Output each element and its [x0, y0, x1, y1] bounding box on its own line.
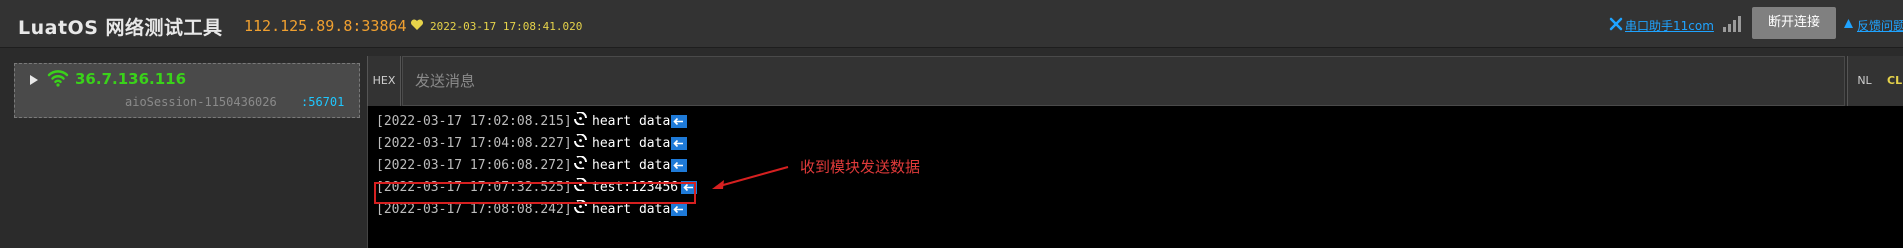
client-sidebar: 36.7.136.116 aioSession-1150436026 :5670…	[0, 49, 367, 248]
receive-icon	[574, 156, 587, 169]
hex-toggle[interactable]: HEX	[367, 56, 401, 106]
serial-tool-link[interactable]: 串口助手11com	[1625, 17, 1714, 34]
server-time: 2022-03-17 17:08:41.020	[430, 20, 583, 33]
client-port: :56701	[301, 95, 345, 109]
client-item[interactable]: 36.7.136.116 aioSession-1150436026 :5670…	[14, 63, 360, 118]
send-bar: HEX NL CLR	[367, 56, 1903, 106]
highlight-box	[374, 182, 696, 204]
log-timestamp: [2022-03-17 17:04:08.227]	[376, 136, 572, 151]
message-log: [2022-03-17 17:02:08.215] heart data [20…	[367, 106, 1903, 248]
log-message: heart data	[592, 202, 671, 217]
log-message: heart data	[592, 114, 671, 129]
wifi-icon	[47, 70, 69, 87]
heart-icon	[410, 19, 424, 30]
disconnect-button[interactable]: 断开连接	[1752, 7, 1836, 39]
receive-icon	[574, 134, 587, 147]
client-ip: 36.7.136.116	[75, 70, 187, 88]
receive-icon	[574, 112, 587, 125]
client-session: aioSession-1150436026	[125, 95, 277, 109]
log-timestamp: [2022-03-17 17:08:08.242]	[376, 202, 572, 217]
newline-toggle[interactable]: NL	[1847, 56, 1881, 106]
newline-icon	[671, 203, 687, 216]
clear-button[interactable]: CLR	[1881, 56, 1903, 106]
server-address: 112.125.89.8:33864	[244, 17, 407, 35]
message-input[interactable]	[402, 56, 1845, 106]
caret-right-icon[interactable]	[29, 74, 39, 86]
log-message: heart data	[592, 158, 671, 173]
newline-icon	[671, 115, 687, 128]
newline-icon	[671, 159, 687, 172]
log-message: heart data	[592, 136, 671, 151]
log-timestamp: [2022-03-17 17:02:08.215]	[376, 114, 572, 129]
app-title: LuatOS 网络测试工具	[18, 17, 223, 39]
feedback-link[interactable]: 反馈问题	[1857, 17, 1903, 34]
tool-icon	[1609, 17, 1623, 31]
annotation-arrow	[712, 166, 789, 189]
annotation-text: 收到模块发送数据	[800, 158, 921, 176]
signal-icon	[1723, 16, 1741, 32]
header: LuatOS 网络测试工具 112.125.89.8:33864 2022-03…	[0, 0, 1903, 48]
feedback-icon	[1844, 19, 1853, 28]
log-timestamp: [2022-03-17 17:06:08.272]	[376, 158, 572, 173]
newline-icon	[671, 137, 687, 150]
